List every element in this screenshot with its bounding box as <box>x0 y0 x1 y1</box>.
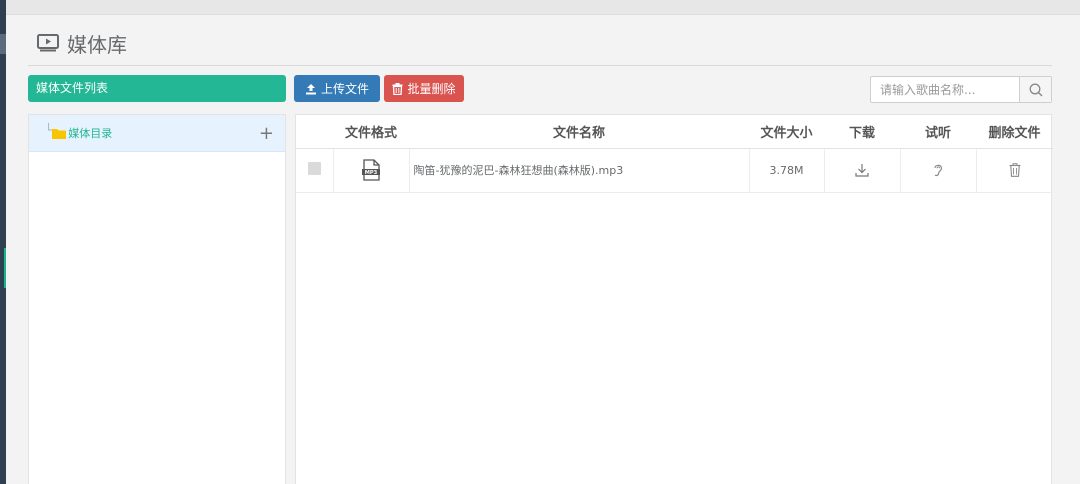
header-divider <box>28 65 1052 66</box>
delete-file-icon[interactable] <box>1009 163 1021 177</box>
file-size-cell: 3.78M <box>748 148 824 193</box>
media-library-icon <box>37 34 59 52</box>
ear-listen-icon[interactable] <box>932 163 944 177</box>
table-row: MP3 陶笛-犹豫的泥巴-森林狂想曲(森林版).mp3 3.78M <box>296 148 1053 193</box>
upload-file-button[interactable]: 上传文件 <box>294 75 380 102</box>
table-header-row: 文件格式 文件名称 文件大小 下载 试听 删除文件 <box>296 115 1053 149</box>
upload-icon <box>305 83 317 95</box>
col-header-name: 文件名称 <box>409 115 749 149</box>
batch-delete-button[interactable]: 批量删除 <box>384 75 464 102</box>
page-header: 媒体库 <box>37 28 127 58</box>
sidebar-marker <box>0 34 6 54</box>
sidebar-active-indicator <box>4 248 6 288</box>
download-icon[interactable] <box>855 163 869 177</box>
media-file-list-header: 媒体文件列表 <box>28 75 286 102</box>
svg-text:MP3: MP3 <box>365 170 378 176</box>
row-checkbox[interactable] <box>307 162 321 175</box>
add-folder-icon[interactable]: + <box>259 123 274 144</box>
file-table-panel: 文件格式 文件名称 文件大小 下载 试听 删除文件 MP3 陶笛-犹豫的泥巴-森… <box>295 114 1053 484</box>
search-button[interactable] <box>1019 77 1051 102</box>
col-header-format: 文件格式 <box>333 115 409 149</box>
song-search-input[interactable] <box>871 77 1019 102</box>
media-tree-panel: └ 媒体目录 + <box>28 114 286 484</box>
folder-icon <box>52 128 67 139</box>
col-header-delete: 删除文件 <box>976 115 1053 149</box>
file-table: 文件格式 文件名称 文件大小 下载 试听 删除文件 MP3 陶笛-犹豫的泥巴-森… <box>296 115 1053 193</box>
search-icon <box>1029 83 1043 97</box>
batch-delete-label: 批量删除 <box>407 82 456 96</box>
tree-node-label: 媒体目录 <box>68 127 113 140</box>
col-header-size: 文件大小 <box>749 115 824 149</box>
col-header-download: 下载 <box>824 115 900 149</box>
song-search-box <box>870 76 1052 103</box>
trash-icon <box>392 82 403 95</box>
left-sidebar-strip <box>0 0 6 484</box>
file-name-cell: 陶笛-犹豫的泥巴-森林狂想曲(森林版).mp3 <box>408 148 749 193</box>
col-header-select <box>296 115 333 149</box>
page-title: 媒体库 <box>67 32 127 57</box>
tree-node-media-directory[interactable]: └ 媒体目录 + <box>29 115 285 152</box>
mp3-file-icon: MP3 <box>361 159 381 181</box>
col-header-preview: 试听 <box>900 115 976 149</box>
upload-file-label: 上传文件 <box>320 82 369 96</box>
tree-branch-line: └ <box>45 123 53 137</box>
top-bar <box>6 0 1080 15</box>
